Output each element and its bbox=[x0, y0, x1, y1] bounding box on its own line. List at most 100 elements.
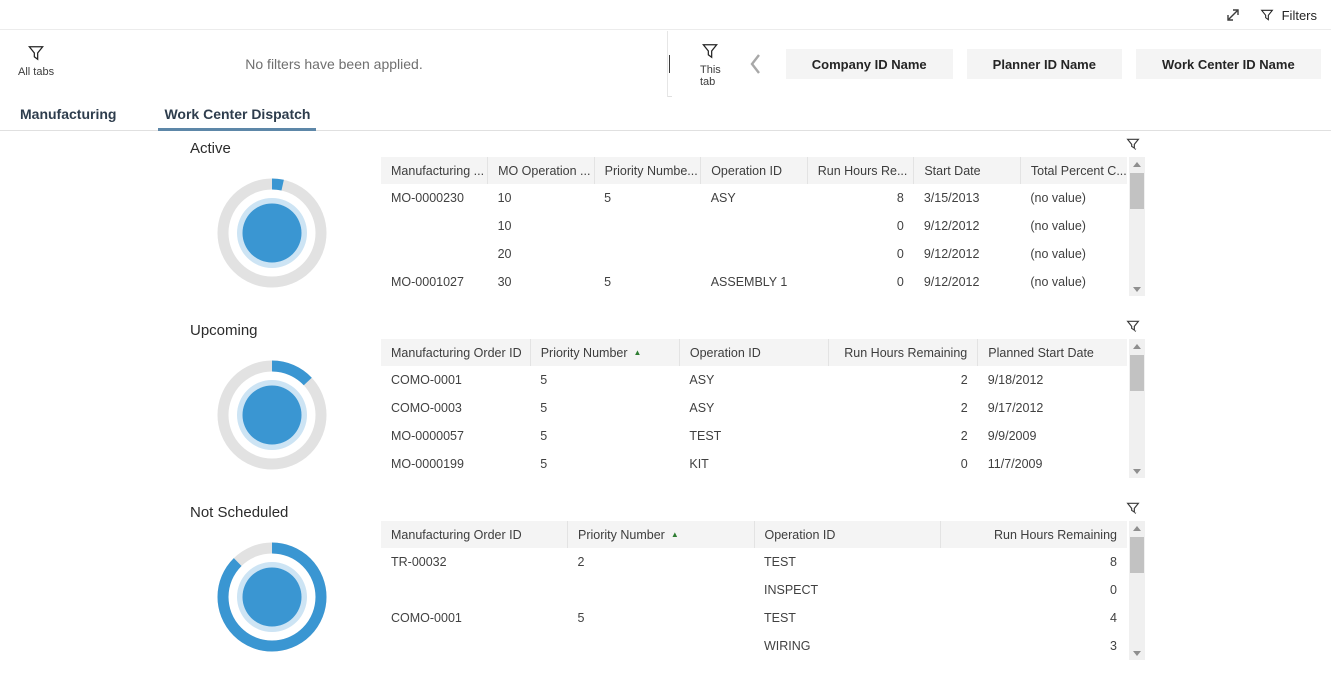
scrollbar-up-arrow[interactable] bbox=[1129, 339, 1145, 353]
table-cell: 0 bbox=[807, 240, 914, 268]
funnel-icon bbox=[1259, 7, 1275, 23]
dashboard-content: ActiveManufacturing ...MO Operation ...P… bbox=[0, 132, 1331, 699]
table-row[interactable]: MO-0001027305ASSEMBLY 109/12/2012(no val… bbox=[381, 268, 1127, 296]
column-header-total-percent-c[interactable]: Total Percent C... bbox=[1020, 157, 1127, 184]
filter-chip-planner-id-name[interactable]: Planner ID Name bbox=[967, 49, 1122, 79]
table-row[interactable]: 1009/12/2012(no value) bbox=[381, 212, 1127, 240]
column-header-operation-id[interactable]: Operation ID bbox=[754, 521, 941, 548]
scrollbar-thumb[interactable] bbox=[1130, 355, 1144, 391]
section-filter-icon-not-scheduled[interactable] bbox=[1125, 500, 1143, 518]
column-header-operation-id[interactable]: Operation ID bbox=[701, 157, 808, 184]
this-tab-filter-pane: This tab Company ID Name Planner ID Name… bbox=[672, 31, 1331, 97]
section-filter-icon-upcoming[interactable] bbox=[1125, 318, 1143, 336]
table-cell: COMO-0001 bbox=[381, 604, 568, 632]
scrollbar-up-arrow[interactable] bbox=[1129, 521, 1145, 535]
active-table: Manufacturing ... MO Operation ... Priorit… bbox=[381, 157, 1127, 296]
table-cell: TEST bbox=[754, 604, 941, 632]
expand-icon[interactable] bbox=[1225, 7, 1241, 23]
column-header-priority-number[interactable]: Priority Number▲ bbox=[530, 339, 679, 366]
table-cell bbox=[594, 212, 701, 240]
table-row[interactable]: MO-00001995KIT011/7/2009 bbox=[381, 450, 1127, 478]
table-cell: 9/12/2012 bbox=[914, 268, 1021, 296]
table-row[interactable]: MO-0000230105ASY83/15/2013(no value) bbox=[381, 184, 1127, 212]
scrollbar-down-arrow[interactable] bbox=[1129, 464, 1145, 478]
column-header-mo-operation[interactable]: MO Operation ... bbox=[488, 157, 595, 184]
chips-scroll-left-button[interactable] bbox=[743, 53, 768, 75]
table-row[interactable]: INSPECT0 bbox=[381, 576, 1127, 604]
column-header-run-hours-remaining[interactable]: Run Hours Remaining bbox=[941, 521, 1128, 548]
table-row[interactable]: COMO-00035ASY29/17/2012 bbox=[381, 394, 1127, 422]
filter-bar: All tabs No filters have been applied. T… bbox=[0, 31, 1331, 97]
donut-chart-active[interactable] bbox=[217, 178, 327, 288]
table-row[interactable]: COMO-00015TEST4 bbox=[381, 604, 1127, 632]
scrollbar-up-arrow[interactable] bbox=[1129, 157, 1145, 171]
table-cell: 2 bbox=[829, 366, 978, 394]
column-header-label: Run Hours Remaining bbox=[844, 346, 967, 360]
column-header-run-hours-re[interactable]: Run Hours Re... bbox=[807, 157, 914, 184]
table-cell: 8 bbox=[941, 548, 1128, 576]
column-header-planned-start-date[interactable]: Planned Start Date bbox=[978, 339, 1127, 366]
work-center-dispatch-dashboard: Filters All tabs No filters have been ap… bbox=[0, 0, 1331, 699]
funnel-icon bbox=[1125, 318, 1141, 334]
filter-chip-company-id-name[interactable]: Company ID Name bbox=[786, 49, 953, 79]
table-row[interactable]: COMO-00015ASY29/18/2012 bbox=[381, 366, 1127, 394]
column-header-priority-number[interactable]: Priority Number▲ bbox=[568, 521, 755, 548]
tab-manufacturing[interactable]: Manufacturing bbox=[18, 98, 118, 130]
table-cell: ASY bbox=[701, 184, 808, 212]
filters-button[interactable]: Filters bbox=[1259, 7, 1317, 23]
table-scrollbar[interactable] bbox=[1129, 157, 1145, 296]
tab-work-center-dispatch[interactable]: Work Center Dispatch bbox=[162, 98, 312, 130]
table-cell: 30 bbox=[488, 268, 595, 296]
donut-center-disc bbox=[243, 568, 302, 627]
table-cell: MO-0000057 bbox=[381, 422, 530, 450]
table-cell: 5 bbox=[530, 450, 679, 478]
scrollbar-thumb[interactable] bbox=[1130, 173, 1144, 209]
column-header-priority-numbe[interactable]: Priority Numbe... bbox=[594, 157, 701, 184]
donut-chart-not-scheduled[interactable] bbox=[217, 542, 327, 652]
scrollbar-thumb[interactable] bbox=[1130, 537, 1144, 573]
table-cell bbox=[381, 632, 568, 660]
column-header-manufacturing[interactable]: Manufacturing ... bbox=[381, 157, 488, 184]
table-cell: WIRING bbox=[754, 632, 941, 660]
table-cell bbox=[381, 576, 568, 604]
column-header-run-hours-remaining[interactable]: Run Hours Remaining bbox=[829, 339, 978, 366]
table-scrollbar[interactable] bbox=[1129, 339, 1145, 478]
column-header-label: Operation ID bbox=[765, 528, 836, 542]
column-header-label: Total Percent C... bbox=[1031, 164, 1127, 178]
section-filter-icon-active[interactable] bbox=[1125, 136, 1143, 154]
filters-label: Filters bbox=[1282, 8, 1317, 23]
table-row[interactable]: TR-000322TEST8 bbox=[381, 548, 1127, 576]
table-cell: 20 bbox=[488, 240, 595, 268]
top-bar: Filters bbox=[0, 0, 1331, 30]
column-header-manufacturing-order-id[interactable]: Manufacturing Order ID bbox=[381, 339, 530, 366]
donut-chart-upcoming[interactable] bbox=[217, 360, 327, 470]
column-header-operation-id[interactable]: Operation ID bbox=[679, 339, 828, 366]
table-cell: ASSEMBLY 1 bbox=[701, 268, 808, 296]
table-cell bbox=[594, 240, 701, 268]
tab-bar: Manufacturing Work Center Dispatch bbox=[0, 98, 1331, 131]
donut-chart-svg bbox=[217, 542, 327, 652]
table-cell: 9/12/2012 bbox=[914, 212, 1021, 240]
table-cell bbox=[381, 212, 488, 240]
table-cell: TEST bbox=[679, 422, 828, 450]
column-header-start-date[interactable]: Start Date bbox=[914, 157, 1021, 184]
scrollbar-down-arrow[interactable] bbox=[1129, 282, 1145, 296]
table-cell: 0 bbox=[941, 576, 1128, 604]
column-header-label: Operation ID bbox=[711, 164, 782, 178]
table-cell: 9/9/2009 bbox=[978, 422, 1127, 450]
this-tab-filter-button[interactable]: This tab bbox=[700, 41, 721, 88]
table-row[interactable]: WIRING3 bbox=[381, 632, 1127, 660]
donut-center-disc bbox=[243, 204, 302, 263]
table-scrollbar[interactable] bbox=[1129, 521, 1145, 660]
table-row[interactable]: 2009/12/2012(no value) bbox=[381, 240, 1127, 268]
table-row[interactable]: MO-00000575TEST29/9/2009 bbox=[381, 422, 1127, 450]
column-header-manufacturing-order-id[interactable]: Manufacturing Order ID bbox=[381, 521, 568, 548]
column-header-label: Priority Number bbox=[541, 346, 628, 360]
column-header-label: MO Operation ... bbox=[498, 164, 590, 178]
donut-chart-svg bbox=[217, 360, 327, 470]
section-title-not-scheduled: Not Scheduled bbox=[190, 504, 288, 521]
column-header-label: Planned Start Date bbox=[988, 346, 1094, 360]
scrollbar-down-arrow[interactable] bbox=[1129, 646, 1145, 660]
table-cell: 10 bbox=[488, 212, 595, 240]
filter-chip-work-center-id-name[interactable]: Work Center ID Name bbox=[1136, 49, 1321, 79]
